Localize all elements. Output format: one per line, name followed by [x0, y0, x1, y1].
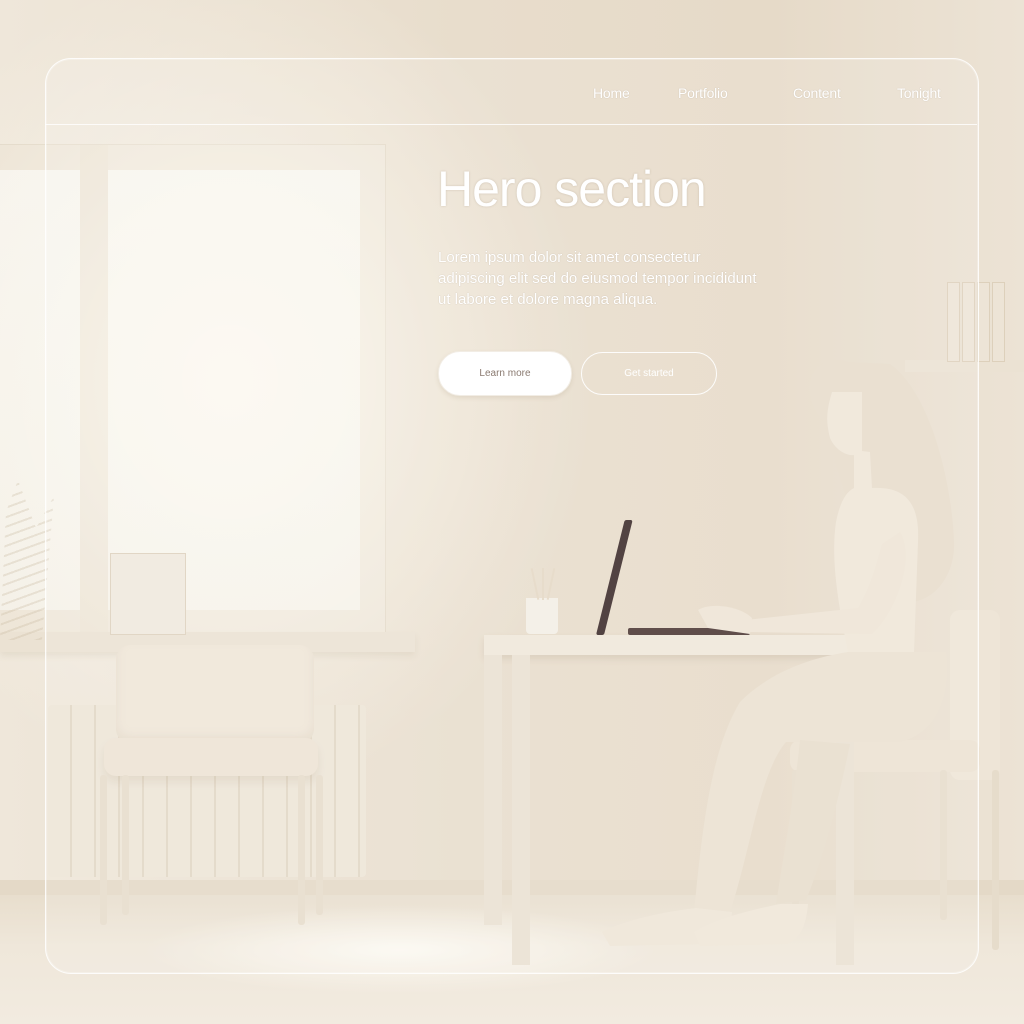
- hero-title: Hero section: [437, 161, 707, 217]
- nav-item-home[interactable]: Home: [593, 85, 630, 101]
- book: [992, 282, 1005, 362]
- nav-item-content[interactable]: Content: [793, 85, 841, 101]
- nav-item-tonight[interactable]: Tonight: [897, 85, 941, 101]
- learn-more-button[interactable]: Learn more: [438, 351, 572, 396]
- get-started-button[interactable]: Get started: [581, 352, 717, 395]
- top-nav: Home Portfolio Content Tonight: [45, 58, 977, 125]
- hero-description: Lorem ipsum dolor sit amet consectetur a…: [438, 249, 757, 308]
- desk-chair-leg: [992, 770, 999, 950]
- nav-item-portfolio[interactable]: Portfolio: [678, 85, 728, 101]
